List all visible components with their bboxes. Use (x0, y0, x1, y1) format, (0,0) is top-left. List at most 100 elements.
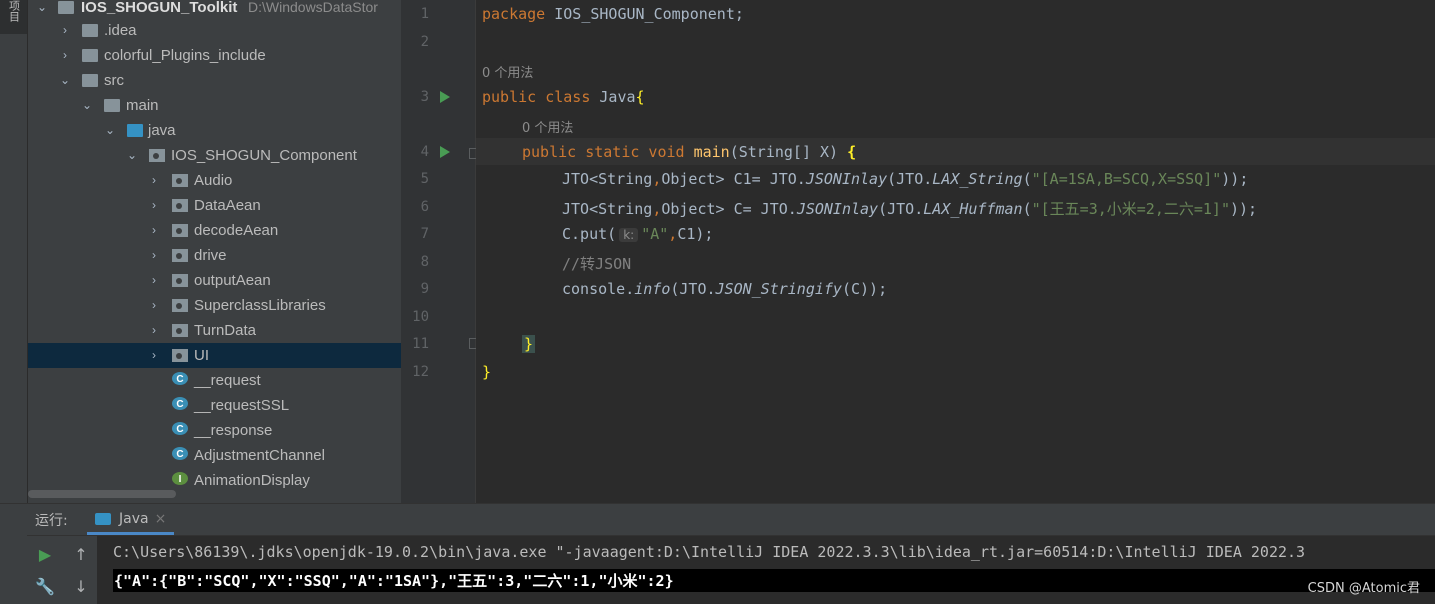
tree-item[interactable]: › outputAean (28, 268, 388, 293)
line-number: 7 (420, 226, 429, 242)
usage-hint[interactable]: 0 个用法 (482, 62, 533, 81)
tree-item[interactable]: C __request (28, 368, 388, 393)
wrench-icon[interactable]: 🔧 (34, 576, 56, 598)
chevron-right-icon[interactable]: › (148, 193, 160, 218)
package-icon (172, 174, 188, 187)
tree-item-selected[interactable]: › UI (28, 343, 401, 368)
tree-item[interactable]: › TurnData (28, 318, 388, 343)
chevron-right-icon[interactable]: › (148, 343, 160, 368)
horizontal-scrollbar[interactable] (28, 490, 176, 498)
tree-item-label: outputAean (194, 272, 271, 289)
run-tool-window: 运行: Java × ▶ ↑ 🔧 ↓ C:\Users\86139\.jdks\o… (0, 503, 1435, 604)
tree-item[interactable]: ⌄ java (28, 118, 388, 143)
run-gutter-icon[interactable] (440, 91, 450, 103)
line-number: 8 (420, 254, 429, 270)
code-text: IOS_SHOGUN_Component; (545, 5, 744, 23)
parameter-hint: k: (619, 228, 639, 242)
chevron-right-icon[interactable]: › (148, 168, 160, 193)
chevron-down-icon[interactable]: ⌄ (126, 143, 138, 168)
java-config-icon (95, 513, 111, 525)
code-text: <String (589, 200, 653, 218)
code-text: C.put( (562, 225, 617, 243)
chevron-down-icon[interactable]: ⌄ (104, 118, 116, 143)
project-panel: ⌄ IOS_SHOGUN_Toolkit D:\WindowsDataStor … (28, 0, 401, 503)
module-folder-icon (58, 1, 74, 14)
code-line-6: JTO<String,Object> C= JTO.JSONInlay(JTO.… (562, 198, 1257, 219)
code-text: C1); (677, 225, 714, 243)
code-text: )); (1230, 200, 1258, 218)
string-literal: "[A=1SA,B=SCQ,X=SSQ]" (1031, 170, 1222, 188)
project-tool-tab[interactable]: 项目 (0, 0, 27, 34)
tree-item[interactable]: ⌄ main (28, 93, 388, 118)
tree-item-label: Audio (194, 172, 233, 189)
code-text: , (668, 225, 678, 243)
code-text: JTO (562, 170, 590, 188)
code-line-9: console.info(JTO.JSON_Stringify(C)); (562, 280, 887, 298)
code-comment: //转JSON (562, 255, 632, 273)
code-line-4: public static void main(String[] X) { (522, 143, 856, 161)
tree-item[interactable]: › .idea (28, 18, 388, 43)
chevron-right-icon[interactable]: › (59, 43, 71, 68)
code-text: (JTO. (887, 170, 933, 188)
tree-item-label: drive (194, 247, 227, 264)
package-icon (172, 299, 188, 312)
tree-item-label: main (126, 97, 159, 114)
code-text: LAX_Huffman (923, 200, 1023, 218)
console-output[interactable]: C:\Users\86139\.jdks\openjdk-19.0.2\bin\… (100, 536, 1435, 604)
string-literal: "A" (641, 225, 669, 243)
chevron-down-icon[interactable]: ⌄ (59, 68, 71, 93)
code-text: ( (1022, 200, 1032, 218)
line-number: 9 (420, 281, 429, 297)
console-result-line: {"A":{"B":"SCQ","X":"SSQ","A":"1SA"},"王五… (113, 569, 1435, 592)
code-text: (JTO. (878, 200, 924, 218)
folder-icon (82, 74, 98, 87)
editor-gutter: 1 2 3 4 5 6 7 8 9 10 11 12 (401, 0, 480, 503)
tree-item[interactable]: C __response (28, 418, 388, 443)
tree-item[interactable]: › decodeAean (28, 218, 388, 243)
chevron-right-icon[interactable]: › (148, 318, 160, 343)
tree-item[interactable]: ⌄ src (28, 68, 388, 93)
run-icon[interactable]: ▶ (34, 544, 56, 566)
tree-item-label: __requestSSL (194, 397, 290, 414)
tree-item[interactable]: ⌄ IOS_SHOGUN_Component (28, 143, 388, 168)
chevron-right-icon[interactable]: › (148, 293, 160, 318)
tree-root[interactable]: ⌄ IOS_SHOGUN_Toolkit D:\WindowsDataStor (28, 0, 388, 20)
folder-icon (104, 99, 120, 112)
usage-hint[interactable]: 0 个用法 (522, 117, 573, 136)
source-folder-icon (127, 124, 143, 137)
run-tab-java[interactable]: Java × (87, 504, 175, 535)
run-gutter-icon[interactable] (440, 146, 450, 158)
line-number: 5 (420, 171, 429, 187)
line-number: 4 (420, 144, 429, 160)
class-icon: C (172, 422, 188, 435)
code-text: , (652, 200, 662, 218)
arrow-up-icon[interactable]: ↑ (70, 544, 92, 566)
arrow-down-icon[interactable]: ↓ (70, 576, 92, 598)
code-text: JSONInlay (796, 200, 879, 218)
chevron-right-icon[interactable]: › (148, 218, 160, 243)
chevron-right-icon[interactable]: › (59, 18, 71, 43)
package-icon (172, 199, 188, 212)
chevron-down-icon[interactable]: ⌄ (36, 0, 48, 20)
code-text: (JTO. (670, 280, 716, 298)
tree-item[interactable]: › Audio (28, 168, 388, 193)
tree-item[interactable]: › colorful_Plugins_include (28, 43, 388, 68)
line-number: 2 (420, 34, 429, 50)
tree-item-label: __request (194, 372, 261, 389)
class-icon: C (172, 397, 188, 410)
tree-item[interactable]: C __requestSSL (28, 393, 388, 418)
interface-icon: I (172, 472, 188, 485)
tree-item[interactable]: › DataAean (28, 193, 388, 218)
code-text: , (652, 170, 662, 188)
class-icon: C (172, 372, 188, 385)
code-editor[interactable]: package IOS_SHOGUN_Component; 0 个用法 publ… (476, 0, 1435, 503)
chevron-down-icon[interactable]: ⌄ (81, 93, 93, 118)
tree-item[interactable]: › drive (28, 243, 388, 268)
tree-item[interactable]: C AdjustmentChannel (28, 443, 388, 468)
chevron-right-icon[interactable]: › (148, 243, 160, 268)
close-icon[interactable]: × (155, 511, 167, 527)
chevron-right-icon[interactable]: › (148, 268, 160, 293)
tree-item[interactable]: › SuperclassLibraries (28, 293, 388, 318)
tree-item-label: colorful_Plugins_include (104, 47, 266, 64)
class-name: Java (590, 88, 636, 106)
